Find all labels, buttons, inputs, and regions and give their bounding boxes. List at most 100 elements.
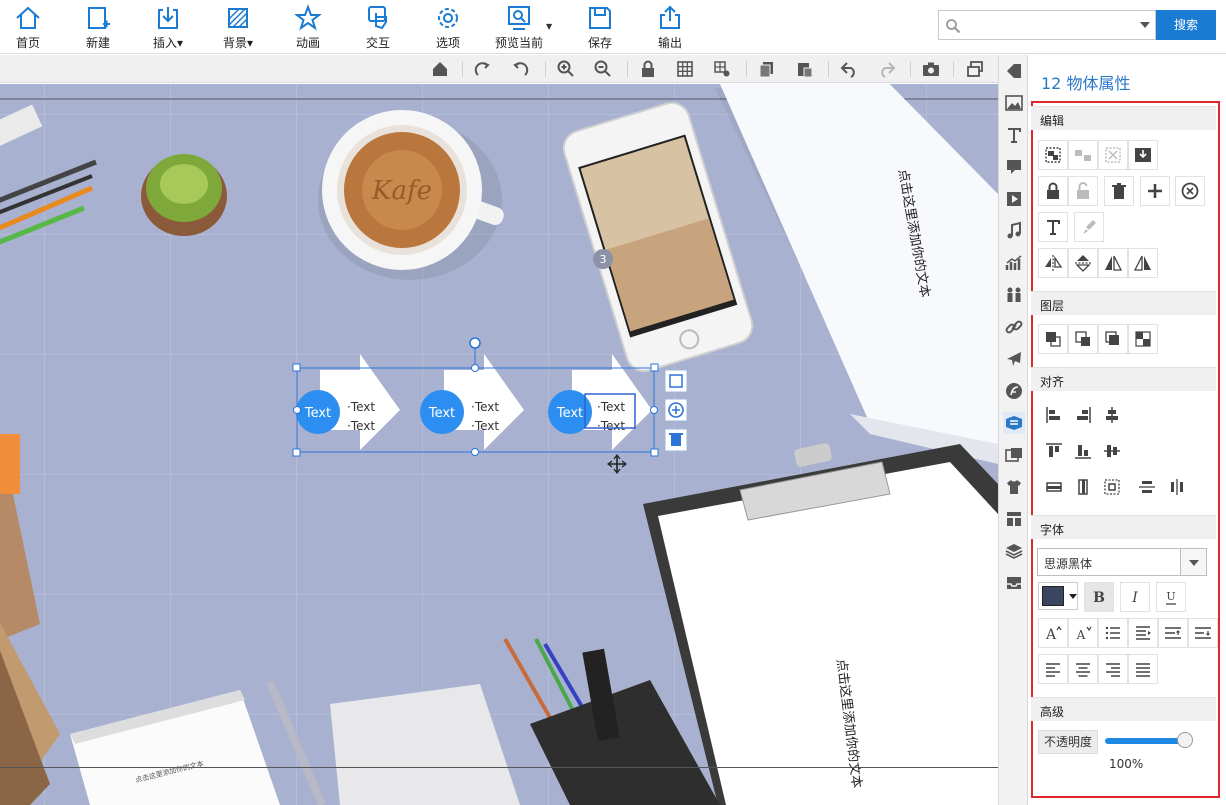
home-button[interactable]: 首页	[0, 2, 59, 52]
window-mode-button[interactable]	[965, 59, 985, 79]
paste-button[interactable]	[795, 59, 815, 79]
animation-button[interactable]: 动画	[277, 2, 339, 52]
home-view-button[interactable]	[430, 59, 450, 79]
search-input[interactable]	[965, 14, 1133, 36]
layers-tool[interactable]	[1003, 540, 1025, 562]
link-tool[interactable]	[1003, 316, 1025, 338]
bold-button[interactable]: B	[1084, 582, 1114, 612]
line-spacing-button[interactable]	[1158, 618, 1188, 648]
text-justify-button[interactable]	[1128, 654, 1158, 684]
shape-tool[interactable]	[1003, 60, 1025, 82]
rotate-left-button[interactable]	[510, 59, 530, 79]
theme-tool[interactable]	[1003, 476, 1025, 498]
insert-icon	[158, 7, 178, 29]
paragraph-spacing-button[interactable]	[1188, 618, 1218, 648]
lock-object-button[interactable]	[1038, 176, 1068, 206]
delete-object-button[interactable]	[1104, 176, 1134, 206]
align-bottom-button[interactable]	[1072, 440, 1094, 462]
rotate-handle[interactable]	[469, 337, 481, 349]
opacity-slider-knob[interactable]	[1177, 732, 1193, 748]
same-height-button[interactable]	[1072, 476, 1094, 498]
flip-vertical-button[interactable]	[1068, 248, 1098, 278]
format-painter-button[interactable]	[1074, 212, 1104, 242]
increase-font-button[interactable]: A	[1038, 618, 1068, 648]
font-dropdown-button[interactable]	[1180, 549, 1206, 575]
undo-button[interactable]	[839, 59, 859, 79]
add-object-button[interactable]	[1140, 176, 1170, 206]
send-to-back-button[interactable]	[1068, 324, 1098, 354]
preview-button[interactable]: 预览当前	[488, 2, 550, 52]
chart-tool[interactable]	[1003, 252, 1025, 274]
unlock-object-button[interactable]	[1068, 176, 1098, 206]
object-properties-tool[interactable]	[1003, 412, 1025, 434]
music-tool[interactable]	[1003, 220, 1025, 242]
canvas[interactable]: Kafe 3 点击这里添加你的文本 点击这里添加你的文本 点击这里添加你的文本 …	[0, 84, 998, 805]
align-right-button[interactable]	[1072, 404, 1094, 426]
bullet-list-button[interactable]	[1098, 618, 1128, 648]
grid-button[interactable]	[675, 59, 695, 79]
mirror-right-button[interactable]	[1128, 248, 1158, 278]
layout-tool[interactable]	[1003, 508, 1025, 530]
save-to-library-button[interactable]	[1128, 140, 1158, 170]
bring-forward-button[interactable]	[1098, 324, 1128, 354]
image-tool[interactable]	[1003, 92, 1025, 114]
preview-dropdown-icon[interactable]: ▼	[546, 22, 552, 31]
same-width-button[interactable]	[1043, 476, 1065, 498]
insert-button[interactable]: 插入▾	[137, 2, 199, 52]
search-button[interactable]: 搜索	[1156, 10, 1216, 40]
text-align-right-button[interactable]	[1098, 654, 1128, 684]
distribute-h-button[interactable]	[1166, 476, 1188, 498]
text-format-button[interactable]	[1038, 212, 1068, 242]
copy-button[interactable]	[757, 59, 777, 79]
new-button[interactable]: 新建	[67, 2, 129, 52]
character-tool[interactable]	[1003, 284, 1025, 306]
delete-float-button[interactable]	[664, 428, 688, 452]
mirror-left-button[interactable]	[1098, 248, 1128, 278]
align-left-button[interactable]	[1043, 404, 1065, 426]
zoom-out-button[interactable]	[593, 59, 613, 79]
italic-button[interactable]: I	[1120, 582, 1150, 612]
font-color-picker[interactable]	[1038, 582, 1078, 610]
save-button[interactable]: 保存	[569, 2, 631, 52]
bring-to-front-button[interactable]	[1038, 324, 1068, 354]
arrow-process-diagram[interactable]: Text ·Text ·Text Text ·Text ·Text Text ·…	[0, 84, 998, 805]
distribute-v-button[interactable]	[1136, 476, 1158, 498]
font-family-select[interactable]: 思源黑体	[1037, 548, 1207, 576]
rotate-reset-button[interactable]	[1175, 176, 1205, 206]
rotate-right-button[interactable]	[473, 59, 493, 79]
lock-button[interactable]	[638, 59, 658, 79]
grid-settings-button[interactable]	[712, 59, 732, 79]
flash-tool[interactable]	[1003, 380, 1025, 402]
underline-button[interactable]: U	[1156, 582, 1186, 612]
background-button[interactable]: 背景▾	[207, 2, 269, 52]
video-tool[interactable]	[1003, 188, 1025, 210]
path-animation-tool[interactable]	[1003, 348, 1025, 370]
align-middle-v-button[interactable]	[1101, 440, 1123, 462]
send-backward-button[interactable]	[1128, 324, 1158, 354]
group-button[interactable]	[1038, 140, 1068, 170]
add-float-button[interactable]	[664, 398, 688, 422]
regroup-button[interactable]	[1098, 140, 1128, 170]
same-size-button[interactable]	[1101, 476, 1123, 498]
zoom-in-button[interactable]	[556, 59, 576, 79]
text-align-left-button[interactable]	[1038, 654, 1068, 684]
storage-tool[interactable]	[1003, 572, 1025, 594]
comment-tool[interactable]	[1003, 156, 1025, 178]
decrease-font-button[interactable]: A	[1068, 618, 1098, 648]
group-float-button[interactable]	[664, 369, 688, 393]
screenshot-button[interactable]	[921, 59, 941, 79]
align-top-button[interactable]	[1043, 440, 1065, 462]
align-center-h-button[interactable]	[1101, 404, 1123, 426]
text-align-center-button[interactable]	[1068, 654, 1098, 684]
search-dropdown-icon[interactable]	[1140, 22, 1150, 28]
opacity-slider[interactable]	[1105, 738, 1187, 744]
flip-horizontal-button[interactable]	[1038, 248, 1068, 278]
text-tool[interactable]	[1003, 124, 1025, 146]
export-button[interactable]: 输出	[639, 2, 701, 52]
ungroup-button[interactable]	[1068, 140, 1098, 170]
redo-button[interactable]	[877, 59, 897, 79]
indent-button[interactable]	[1128, 618, 1158, 648]
scene-tool[interactable]	[1003, 444, 1025, 466]
options-button[interactable]: 选项	[417, 2, 479, 52]
interaction-button[interactable]: 交互	[347, 2, 409, 52]
